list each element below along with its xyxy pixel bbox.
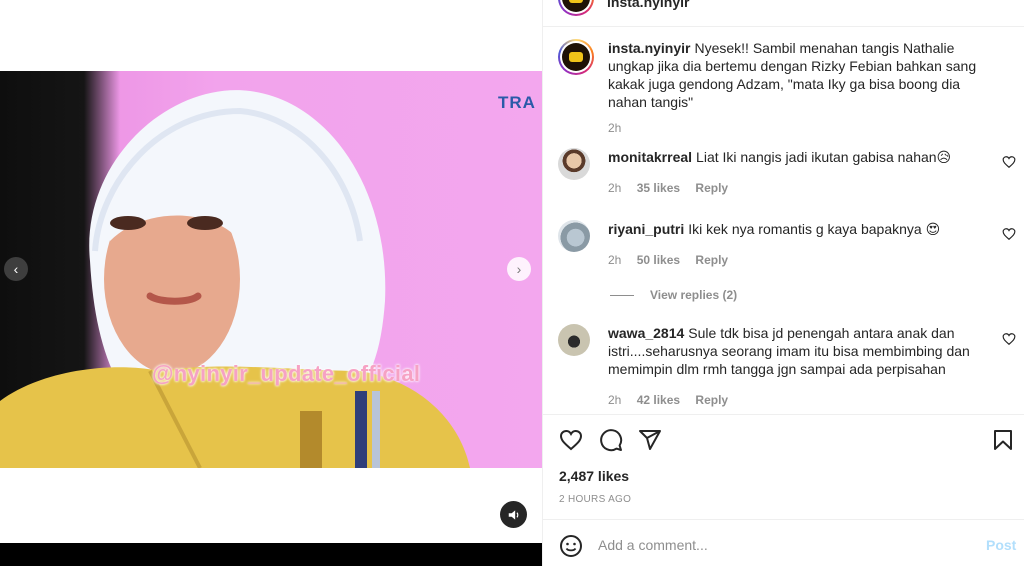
- header-username[interactable]: insta.nyinyir: [607, 0, 689, 10]
- previous-media-button[interactable]: ‹: [4, 257, 28, 281]
- comment-username[interactable]: riyani_putri: [608, 221, 684, 237]
- chevron-left-icon: ‹: [13, 261, 19, 277]
- commenter-avatar[interactable]: [558, 324, 590, 356]
- speaker-icon: [508, 509, 518, 520]
- comment-item: riyani_putri Iki kek nya romantis g kaya …: [558, 220, 1016, 270]
- caption-text: insta.nyinyir Nyesek!! Sambil menahan tan…: [608, 39, 990, 111]
- channel-logo: TRA: [498, 93, 536, 112]
- post-details-panel: insta.nyinyir insta.nyinyir Nyesek!! Samb…: [542, 0, 1024, 566]
- chevron-right-icon: ›: [516, 261, 522, 277]
- paper-plane-icon[interactable]: [638, 428, 662, 452]
- reply-button[interactable]: Reply: [695, 393, 728, 407]
- post-header: insta.nyinyir: [543, 0, 1024, 27]
- header-avatar[interactable]: [558, 0, 594, 16]
- comment-text: riyani_putri Iki kek nya romantis g kaya …: [608, 220, 990, 238]
- comment-like-heart-icon[interactable]: [1002, 227, 1016, 241]
- comment-text: monitakrreal Liat Iki nangis jadi ikutan …: [608, 148, 990, 166]
- comment-item: wawa_2814 Sule tdk bisa jd penengah antar…: [558, 324, 1016, 408]
- comment-username[interactable]: monitakrreal: [608, 149, 692, 165]
- caption: insta.nyinyir Nyesek!! Sambil menahan tan…: [558, 39, 1008, 139]
- view-replies-label: View replies (2): [650, 288, 738, 302]
- post-timestamp[interactable]: 2 HOURS AGO: [559, 494, 631, 505]
- caption-username[interactable]: insta.nyinyir: [608, 40, 690, 56]
- comment-item: monitakrreal Liat Iki nangis jadi ikutan …: [558, 148, 1016, 198]
- caption-avatar[interactable]: [558, 39, 594, 75]
- video-watermark: @nyinyir_update_official: [152, 361, 421, 386]
- comment-likes[interactable]: 50 likes: [637, 253, 680, 267]
- comment-time[interactable]: 2h: [608, 181, 621, 195]
- comment-like-heart-icon[interactable]: [1002, 332, 1016, 346]
- comment-meta: 2h 42 likes Reply: [608, 393, 740, 407]
- comments-section[interactable]: insta.nyinyir Nyesek!! Sambil menahan tan…: [543, 28, 1024, 414]
- bookmark-icon[interactable]: [991, 428, 1015, 452]
- post-button[interactable]: Post: [986, 537, 1016, 553]
- replies-divider-line: [610, 294, 634, 296]
- comment-body: Iki kek nya romantis g kaya bapaknya 😍: [688, 221, 941, 237]
- caption-time[interactable]: 2h: [608, 121, 621, 135]
- comment-body: Liat Iki nangis jadi ikutan gabisa nahan…: [696, 149, 952, 165]
- comment-meta: 2h 50 likes Reply: [608, 253, 740, 267]
- mute-button[interactable]: [500, 501, 527, 528]
- next-media-button[interactable]: ›: [507, 257, 531, 281]
- comment-likes[interactable]: 35 likes: [637, 181, 680, 195]
- comment-time[interactable]: 2h: [608, 253, 621, 267]
- comment-likes[interactable]: 42 likes: [637, 393, 680, 407]
- post-media: TRA @nyinyir_update_official ‹ ›: [0, 0, 542, 566]
- likes-count[interactable]: 2,487 likes: [559, 468, 629, 484]
- comment-like-heart-icon[interactable]: [1002, 155, 1016, 169]
- commenter-avatar[interactable]: [558, 220, 590, 252]
- reply-button[interactable]: Reply: [695, 181, 728, 195]
- emoji-icon[interactable]: [559, 534, 583, 558]
- comment-username[interactable]: wawa_2814: [608, 325, 684, 341]
- caption-meta: 2h: [608, 121, 633, 135]
- video-frame-illustration: [0, 90, 470, 468]
- comment-time[interactable]: 2h: [608, 393, 621, 407]
- commenter-avatar[interactable]: [558, 148, 590, 180]
- comment-meta: 2h 35 likes Reply: [608, 181, 740, 195]
- comment-icon[interactable]: [599, 428, 623, 452]
- view-replies-button[interactable]: View replies (2): [610, 288, 737, 302]
- reply-button[interactable]: Reply: [695, 253, 728, 267]
- post-actions: 2,487 likes 2 HOURS AGO: [543, 414, 1024, 519]
- heart-icon[interactable]: [559, 428, 583, 452]
- video-player[interactable]: TRA @nyinyir_update_official: [0, 71, 542, 468]
- comment-text: wawa_2814 Sule tdk bisa jd penengah antar…: [608, 324, 990, 378]
- add-comment-bar: Post: [543, 519, 1024, 566]
- comment-input[interactable]: [598, 534, 968, 556]
- media-bottom-bar: [0, 543, 542, 566]
